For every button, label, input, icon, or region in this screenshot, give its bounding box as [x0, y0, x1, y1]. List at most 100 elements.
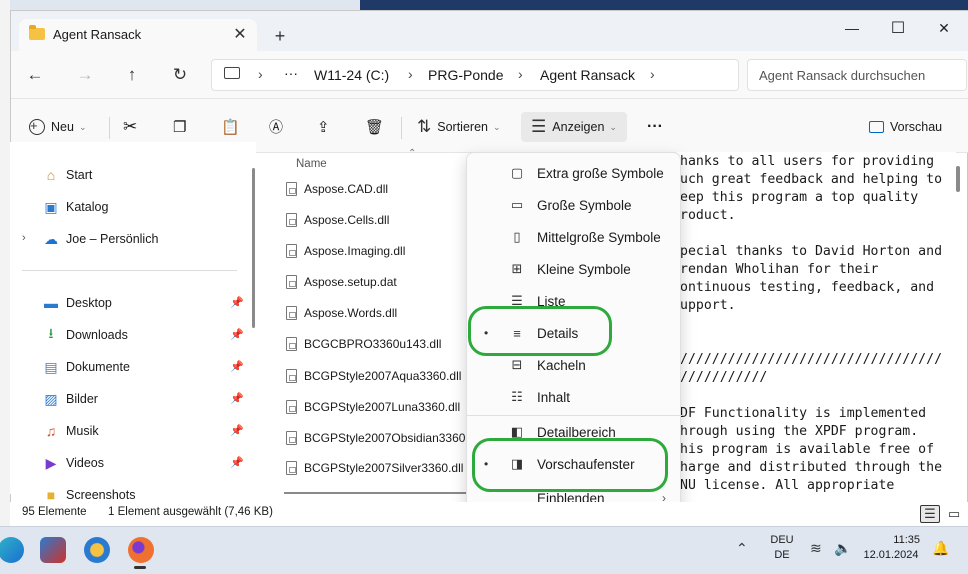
breadcrumb-drive[interactable]: W11-24 (C:) [314, 67, 389, 83]
clock[interactable]: 11:35 12.01.2024 [862, 534, 920, 561]
forward-button[interactable]: → [71, 61, 99, 89]
sidebar-item-downloads[interactable]: ⭳ Downloads [42, 324, 128, 346]
sidebar-scrollbar[interactable] [252, 168, 255, 328]
refresh-button[interactable]: ↻ [166, 61, 194, 89]
preview-text-line: rendan Wholihan for their [680, 262, 879, 277]
file-name: Aspose.Imaging.dll [304, 244, 406, 258]
new-tab-button[interactable]: + [269, 25, 291, 47]
menu-item-large-icons[interactable]: ▭ Große Symbole [467, 190, 682, 220]
volume-icon[interactable]: 🔈 [834, 540, 851, 557]
view-icon: ☰ [531, 117, 547, 136]
close-window-button[interactable]: ✕ [921, 13, 967, 43]
menu-item-small-icons[interactable]: ⊞ Kleine Symbole [467, 254, 682, 284]
tab-agent-ransack[interactable]: Agent Ransack ✕ [19, 19, 257, 51]
file-row[interactable]: Aspose.CAD.dll [286, 178, 476, 200]
desktop-background-left [0, 0, 10, 540]
menu-item-label: Große Symbole [537, 197, 632, 213]
sidebar-item-label: Videos [66, 456, 104, 470]
pin-icon[interactable]: 📌 [230, 328, 244, 341]
breadcrumb-prg-ponde[interactable]: PRG-Ponde [428, 67, 503, 83]
sidebar-item-musik[interactable]: ♫ Musik [42, 420, 99, 442]
paste-icon[interactable]: 📋 [221, 112, 240, 142]
cut-icon[interactable]: ✂ [123, 112, 137, 142]
file-row[interactable]: BCGPStyle2007Aqua3360.dll [286, 365, 476, 387]
details-view-toggle[interactable]: ☰ [920, 505, 940, 523]
copy-icon[interactable]: ❐ [173, 112, 186, 142]
large-icons-view-toggle[interactable]: ▭ [944, 505, 964, 523]
file-row[interactable]: Aspose.Cells.dll [286, 209, 476, 231]
firefox-icon[interactable] [128, 537, 154, 563]
onedrive-icon: ☁ [44, 230, 58, 247]
large-icons-icon: ▭ [510, 197, 524, 212]
file-name: BCGPStyle2007Luna3360.dll [304, 400, 461, 414]
delete-icon[interactable]: 🗑 [365, 112, 384, 142]
dll-file-icon [286, 213, 297, 227]
breadcrumb-agent-ransack[interactable]: Agent Ransack [540, 67, 635, 83]
file-row[interactable]: BCGPStyle2007Silver3360.dll [286, 457, 476, 479]
close-tab-icon[interactable]: ✕ [229, 23, 251, 45]
sidebar-item-label: Downloads [66, 328, 128, 342]
column-header-name[interactable]: Name [296, 158, 327, 170]
maximize-button[interactable]: ☐ [875, 13, 921, 43]
small-icons-icon: ⊞ [511, 261, 523, 276]
sidebar-item-katalog[interactable]: ▣ Katalog [42, 196, 108, 218]
file-row[interactable]: BCGPStyle2007Luna3360.dll [286, 396, 476, 418]
toolbar-divider [109, 117, 110, 139]
gallery-icon: ▣ [44, 198, 58, 215]
sort-label: Sortieren [437, 120, 488, 134]
sidebar-item-onedrive[interactable]: ☁ Joe – Persönlich [42, 228, 158, 250]
menu-item-medium-icons[interactable]: ▯ Mittelgroße Symbole [467, 222, 682, 252]
tiles-icon: ⊟ [511, 357, 523, 372]
sidebar-item-bilder[interactable]: ▨ Bilder [42, 388, 98, 410]
chevron-up-icon[interactable]: ⌃ [736, 540, 748, 557]
rename-icon[interactable]: Ⓐ [269, 112, 283, 142]
menu-item-extra-large-icons[interactable]: ▢ Extra große Symbole [467, 158, 682, 188]
share-icon[interactable]: ⇪ [317, 112, 330, 142]
sidebar-item-label: Musik [66, 424, 99, 438]
preview-text-line: hrough using the XPDF program. [680, 424, 919, 439]
file-list-scrollbar[interactable] [284, 492, 474, 494]
up-button[interactable]: ↑ [118, 61, 146, 89]
menu-item-content[interactable]: ☷ Inhalt [467, 382, 682, 412]
preview-button[interactable]: Vorschau [869, 112, 942, 142]
expand-chevron-icon[interactable]: › [22, 232, 26, 244]
pin-icon[interactable]: 📌 [230, 296, 244, 309]
file-row[interactable]: Aspose.Words.dll [286, 302, 476, 324]
file-row[interactable]: Aspose.Imaging.dll [286, 240, 476, 262]
breadcrumb-more[interactable]: ··· [284, 65, 298, 81]
dll-file-icon [286, 431, 297, 445]
file-name: Aspose.Words.dll [304, 306, 398, 320]
notification-bell-icon[interactable]: 🔔 [932, 540, 949, 557]
minimize-button[interactable]: — [829, 13, 875, 43]
sort-button[interactable]: ⇅ Sortieren ⌄ [417, 112, 501, 142]
file-name: Aspose.CAD.dll [304, 182, 389, 196]
sidebar-item-start[interactable]: ⌂ Start [42, 164, 93, 186]
wifi-icon[interactable]: ≋ [810, 540, 822, 557]
preview-text-line: his program is available free of [680, 442, 935, 457]
preview-scrollbar[interactable] [956, 166, 960, 192]
address-bar[interactable]: › ··· W11-24 (C:) › PRG-Ponde › Agent Ra… [211, 59, 739, 91]
sidebar-item-dokumente[interactable]: ▤ Dokumente [42, 356, 130, 378]
agent-ransack-taskbar-icon[interactable] [84, 537, 110, 563]
new-label: Neu [51, 120, 74, 134]
sidebar-item-videos[interactable]: ▶ Videos [42, 452, 104, 474]
file-row[interactable]: Aspose.setup.dat [286, 271, 476, 293]
dll-file-icon [286, 182, 297, 196]
pictures-icon: ▨ [44, 390, 58, 407]
sidebar-item-desktop[interactable]: ▬ Desktop [42, 292, 112, 314]
pin-icon[interactable]: 📌 [230, 392, 244, 405]
search-box[interactable]: Agent Ransack durchsuchen [747, 59, 967, 91]
store-icon[interactable] [40, 537, 66, 563]
language-indicator[interactable]: DEU DE [768, 534, 796, 561]
pin-icon[interactable]: 📌 [230, 456, 244, 469]
pin-icon[interactable]: 📌 [230, 360, 244, 373]
pin-icon[interactable]: 📌 [230, 424, 244, 437]
menu-item-label: Kleine Symbole [537, 261, 631, 277]
file-row[interactable]: BCGCBPRO3360u143.dll [286, 333, 476, 355]
file-row[interactable]: BCGPStyle2007Obsidian3360.dll [286, 427, 476, 449]
more-options-button[interactable]: ··· [647, 112, 663, 142]
back-button[interactable]: ← [21, 61, 49, 89]
new-button[interactable]: + Neu ⌄ [29, 112, 86, 142]
view-button[interactable]: ☰ Anzeigen ⌄ [521, 112, 627, 142]
highlight-ring-details [468, 306, 612, 356]
